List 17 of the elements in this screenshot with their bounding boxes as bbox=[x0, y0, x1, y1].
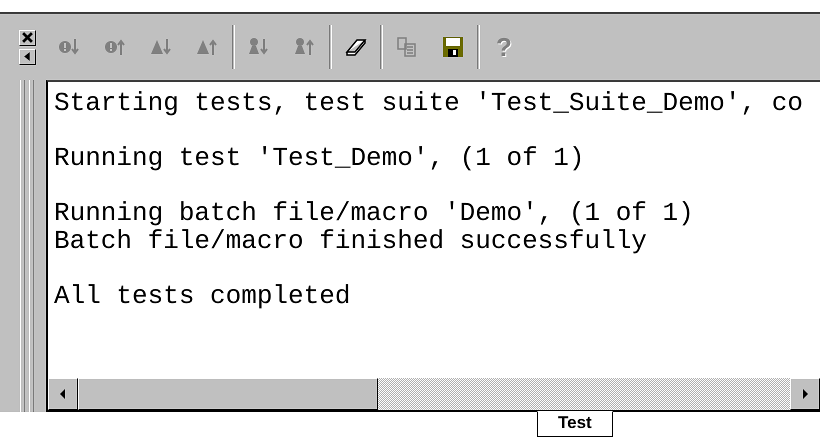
close-icon bbox=[22, 32, 32, 43]
output-line: All tests completed bbox=[54, 282, 350, 310]
output-line: Running test 'Test_Demo', (1 of 1) bbox=[54, 145, 584, 172]
horizontal-scrollbar[interactable] bbox=[48, 378, 820, 410]
scroll-thumb[interactable] bbox=[78, 378, 378, 410]
triangle-left-icon bbox=[22, 51, 32, 62]
output-line: Starting tests, test suite 'Test_Suite_Demo', co bbox=[54, 90, 803, 118]
scroll-right-button[interactable] bbox=[790, 378, 820, 410]
output-line: Batch file/macro finished successfully bbox=[54, 228, 647, 255]
triangle-left-icon bbox=[58, 387, 68, 401]
save-icon[interactable] bbox=[441, 35, 465, 59]
collapse-button[interactable] bbox=[18, 48, 36, 64]
output-line: Running batch file/macro 'Demo', (1 of 1) bbox=[54, 200, 694, 228]
tab[interactable]: Test bbox=[537, 411, 613, 437]
triangle-right-icon bbox=[800, 387, 810, 401]
close-button[interactable] bbox=[18, 30, 36, 46]
scroll-left-button[interactable] bbox=[48, 378, 78, 410]
